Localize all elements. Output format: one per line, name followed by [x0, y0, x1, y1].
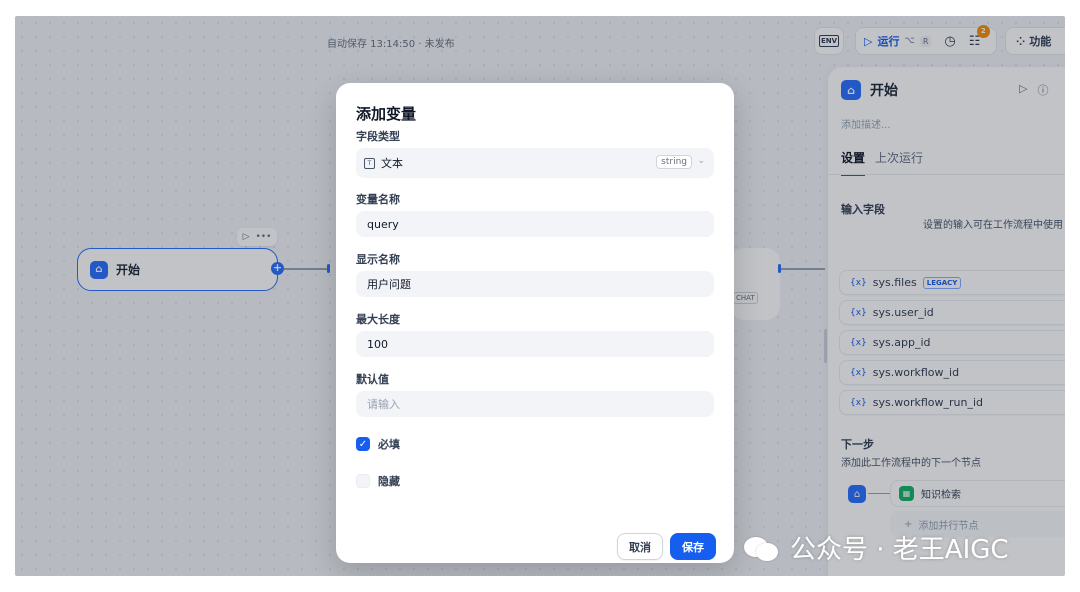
save-button[interactable]: 保存	[670, 533, 716, 560]
max-length-input[interactable]: 100	[356, 331, 714, 357]
hidden-label: 隐藏	[378, 475, 400, 488]
max-length-label: 最大长度	[356, 313, 400, 326]
hidden-checkbox-row[interactable]: 隐藏	[356, 473, 400, 489]
add-variable-modal: 添加变量 字段类型 T 文本 string ⌄ 变量名称 query 显示名称 …	[336, 83, 734, 563]
wechat-icon	[742, 533, 782, 563]
field-type-tag: string	[656, 155, 692, 169]
field-type-select[interactable]: T 文本 string ⌄	[356, 148, 714, 178]
default-value-input[interactable]: 请输入	[356, 391, 714, 417]
default-value-placeholder: 请输入	[367, 398, 400, 411]
chevron-down-icon: ⌄	[697, 156, 705, 166]
hidden-checkbox[interactable]	[356, 474, 370, 488]
display-name-input[interactable]: 用户问题	[356, 271, 714, 297]
required-checkbox[interactable]: ✓	[356, 437, 370, 451]
var-name-input[interactable]: query	[356, 211, 714, 237]
required-checkbox-row[interactable]: ✓ 必填	[356, 436, 400, 452]
var-name-label: 变量名称	[356, 193, 400, 206]
watermark: 公众号 · 老王AIGC	[742, 529, 1009, 566]
cancel-button[interactable]: 取消	[617, 533, 663, 560]
default-value-label: 默认值	[356, 373, 389, 386]
watermark-text: 公众号 · 老王AIGC	[790, 535, 1009, 565]
modal-title: 添加变量	[356, 105, 417, 123]
workflow-editor: 自动保存 13:14:50 · 未发布 ENV ▷ 运行 ⌥ R ◷ ☷ 2 ⁘…	[15, 16, 1065, 576]
text-type-icon: T	[364, 157, 375, 169]
field-type-label: 字段类型	[356, 130, 400, 143]
display-name-label: 显示名称	[356, 253, 400, 266]
required-label: 必填	[378, 438, 400, 451]
field-type-value: 文本	[381, 157, 403, 170]
